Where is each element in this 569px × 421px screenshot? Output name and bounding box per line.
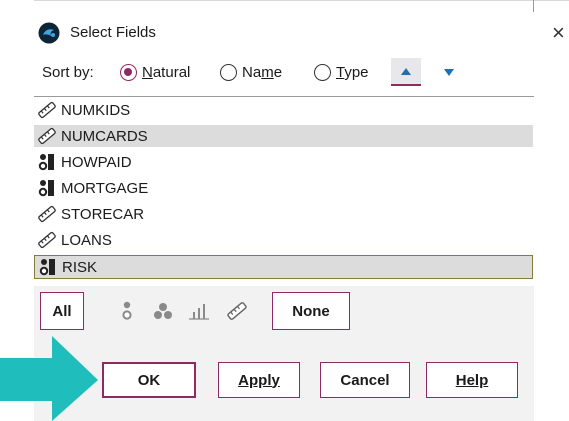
field-name: NUMKIDS <box>61 101 131 119</box>
field-name: NUMCARDS <box>61 127 148 145</box>
sort-natural-label: Natural <box>142 63 191 81</box>
ruler-icon <box>36 127 58 145</box>
dialog-button-bar: OK Apply Cancel Help <box>34 336 534 421</box>
field-name: LOANS <box>61 231 112 249</box>
help-label: Help <box>455 371 489 389</box>
cancel-button[interactable]: Cancel <box>320 362 410 398</box>
nominal-filter-icon[interactable] <box>116 300 138 322</box>
radio-indicator[interactable] <box>120 63 137 81</box>
sort-type-label: Type <box>336 63 369 81</box>
ruler-icon <box>36 205 58 223</box>
triangle-up-icon <box>401 67 411 75</box>
sort-descending-button[interactable] <box>434 58 464 86</box>
list-item[interactable]: NUMCARDS <box>34 125 533 147</box>
list-item[interactable]: STORECAR <box>34 203 533 225</box>
sort-name-label: Name <box>242 63 283 81</box>
apply-label: Apply <box>238 371 280 389</box>
sort-name-radio[interactable]: Name <box>220 61 282 83</box>
radio-indicator[interactable] <box>314 63 331 81</box>
bar-chart-icon[interactable] <box>188 300 210 322</box>
field-list[interactable]: NUMKIDS NUMCARDS HOWPAID MORTGAGE STOREC… <box>34 96 534 283</box>
help-button[interactable]: Help <box>426 362 518 398</box>
ruler-icon <box>36 101 58 119</box>
select-all-button[interactable]: All <box>40 292 84 330</box>
list-item[interactable]: NUMKIDS <box>34 99 533 121</box>
sort-natural-radio[interactable]: Natural <box>120 61 190 83</box>
sort-type-radio[interactable]: Type <box>314 61 369 83</box>
title-divider <box>34 0 569 1</box>
radio-indicator[interactable] <box>220 63 237 81</box>
sort-by-label: Sort by: <box>42 64 94 81</box>
window-title: Select Fields <box>70 24 156 41</box>
ruler-filter-icon[interactable] <box>226 300 248 322</box>
nominal-icon <box>36 153 58 171</box>
window-edge-tick <box>533 0 534 12</box>
field-name: RISK <box>62 258 98 276</box>
title-bar: Select Fields × <box>0 0 569 64</box>
annotation-arrow-icon <box>0 336 98 421</box>
sort-ascending-button[interactable] <box>391 58 421 86</box>
list-item[interactable]: MORTGAGE <box>34 177 533 199</box>
list-item[interactable]: LOANS <box>34 229 533 251</box>
list-item[interactable]: HOWPAID <box>34 151 533 173</box>
nominal-icon <box>37 258 59 276</box>
triangle-down-icon <box>444 68 454 76</box>
field-name: MORTGAGE <box>61 179 149 197</box>
apply-button[interactable]: Apply <box>218 362 300 398</box>
close-icon[interactable]: × <box>552 18 569 48</box>
sort-bar: Sort by: Natural Name Type <box>34 58 464 88</box>
field-name: HOWPAID <box>61 153 132 171</box>
nominal-icon <box>36 179 58 197</box>
set-filter-icon[interactable] <box>152 300 174 322</box>
select-none-button[interactable]: None <box>272 292 350 330</box>
app-logo-icon <box>38 22 60 44</box>
field-name: STORECAR <box>61 205 145 223</box>
filter-toolbar: All None <box>34 286 534 336</box>
ruler-icon <box>36 231 58 249</box>
ok-button[interactable]: OK <box>102 362 196 398</box>
list-item[interactable]: RISK <box>34 255 533 279</box>
